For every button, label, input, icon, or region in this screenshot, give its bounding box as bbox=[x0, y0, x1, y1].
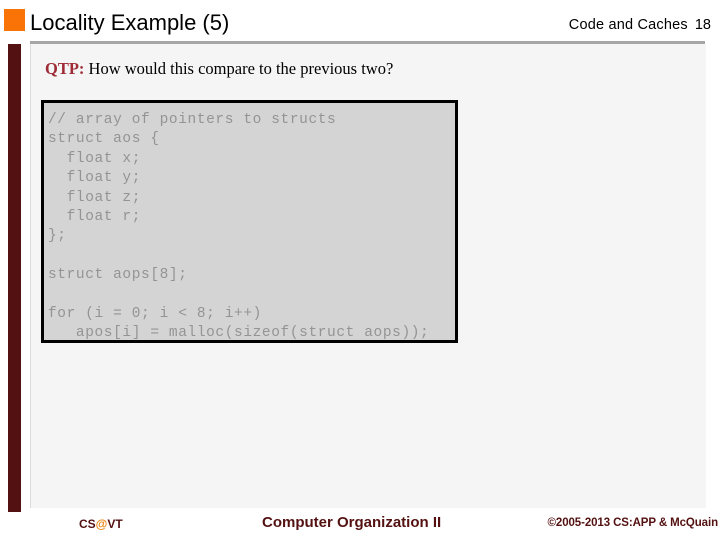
code-block: // array of pointers to structs struct a… bbox=[41, 100, 458, 343]
maroon-sidebar-decoration bbox=[8, 44, 21, 512]
question-label: QTP: bbox=[45, 59, 85, 78]
question-text: How would this compare to the previous t… bbox=[84, 59, 394, 78]
code-line: struct aops[8]; bbox=[48, 267, 188, 284]
slide-header: Locality Example (5) Code and Caches 18 bbox=[0, 0, 720, 44]
code-line: float z; bbox=[48, 189, 142, 206]
code-line: // array of pointers to structs bbox=[48, 112, 337, 128]
slide: Locality Example (5) Code and Caches 18 Q… bbox=[0, 0, 720, 540]
footer-copyright: ©2005-2013 CS:APP & McQuain bbox=[547, 517, 719, 529]
footer-brand-prefix: CS bbox=[79, 517, 96, 531]
question-line: QTP: How would this compare to the previ… bbox=[45, 59, 393, 79]
code-line: float y; bbox=[48, 170, 142, 187]
at-sign-icon: @ bbox=[95, 517, 108, 531]
content-panel: QTP: How would this compare to the previ… bbox=[30, 44, 706, 508]
footer-brand-suffix: VT bbox=[107, 517, 123, 531]
code-line: for (i = 0; i < 8; i++) bbox=[48, 306, 262, 323]
slide-footer: CS@VT Computer Organization II ©2005-201… bbox=[0, 512, 720, 540]
header-topic-label: Code and Caches bbox=[568, 17, 688, 33]
page-number-label: 18 bbox=[694, 17, 711, 33]
footer-course-title: Computer Organization II bbox=[262, 514, 442, 531]
code-line: struct aos { bbox=[48, 131, 160, 148]
footer-brand: CS@VT bbox=[79, 517, 123, 531]
code-line: apos[i] = malloc(sizeof(struct aops)); bbox=[48, 325, 430, 342]
page-title: Locality Example (5) bbox=[30, 10, 230, 35]
code-line: }; bbox=[48, 228, 67, 245]
code-line: float x; bbox=[48, 150, 142, 167]
code-line: float r; bbox=[48, 209, 142, 226]
header-topic-and-page: Code and Caches 18 bbox=[569, 17, 711, 33]
